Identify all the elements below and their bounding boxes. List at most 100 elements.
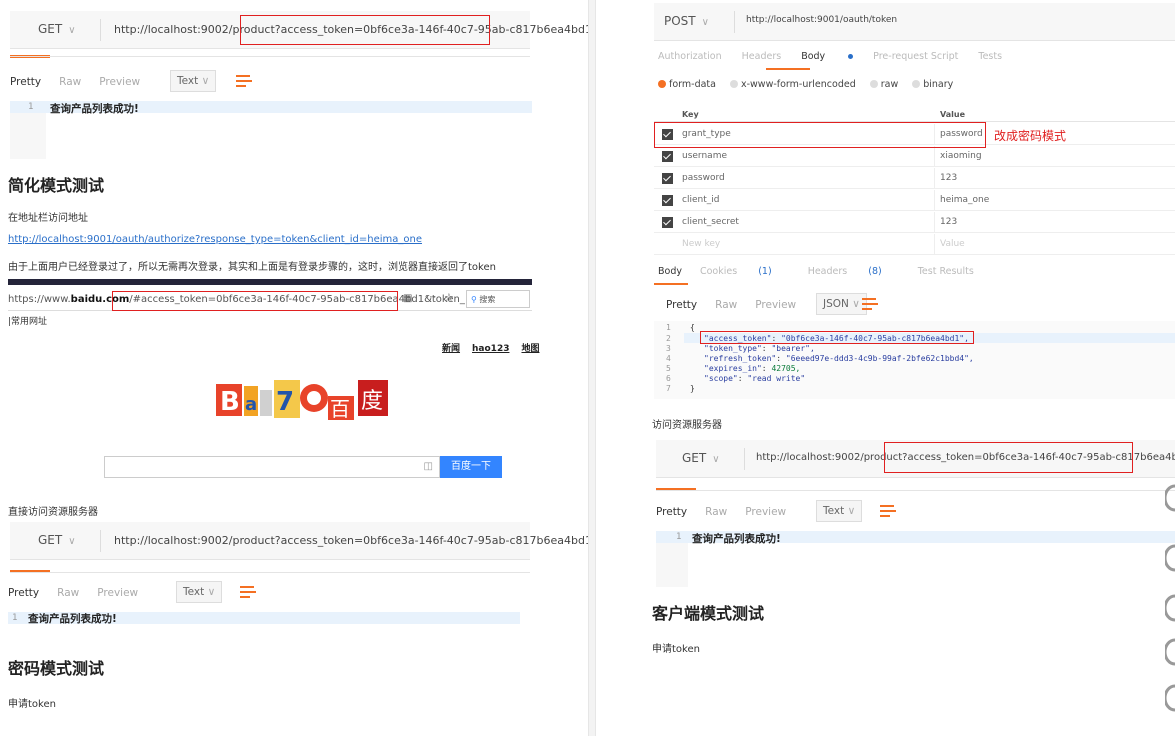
left-page: GET ∨ http://localhost:9002/product?acces…: [0, 0, 588, 736]
qr-icon[interactable]: ▦: [403, 293, 412, 304]
response-tabs: Pretty Raw Preview: [656, 506, 804, 518]
section-heading-client: 客户端模式测试: [652, 604, 765, 623]
right-page: POST ∨ http://localhost:9001/oauth/token …: [596, 0, 1175, 736]
tab-cookies[interactable]: Cookies (1): [700, 266, 790, 277]
baidu-top-links: 新闻 hao123 地图: [442, 344, 540, 354]
tab-pretty[interactable]: Pretty: [8, 587, 39, 599]
edge-decoration: [1165, 484, 1175, 712]
format-select[interactable]: Text ∨: [170, 70, 217, 92]
response-body: 查询产品列表成功!: [28, 613, 117, 625]
request-url-input[interactable]: http://localhost:9001/oauth/token: [746, 15, 897, 25]
radio-binary[interactable]: binary: [912, 79, 953, 90]
format-select[interactable]: Text ∨: [176, 581, 223, 603]
tab-response-headers[interactable]: Headers (8): [808, 266, 900, 277]
tab-tests[interactable]: Tests: [978, 51, 1002, 62]
radio-raw[interactable]: raw: [869, 79, 898, 90]
checkbox-checked[interactable]: [662, 217, 673, 228]
search-icon: ⚲: [471, 295, 477, 304]
chevron-down-icon: ∨: [68, 536, 76, 547]
method-select[interactable]: GET ∨: [38, 22, 76, 36]
baidu-search-button[interactable]: 百度一下: [440, 456, 502, 478]
param-row: client_secret 123: [654, 212, 1175, 233]
more-icon[interactable]: ⋯: [426, 292, 436, 303]
camera-icon[interactable]: ◫: [424, 461, 433, 472]
wrap-lines-icon[interactable]: [860, 296, 880, 312]
svg-text:7: 7: [276, 387, 294, 417]
checkbox-checked[interactable]: [662, 195, 673, 206]
response-tabs: Pretty Raw Preview: [666, 299, 814, 311]
section-heading-password: 密码模式测试: [8, 659, 105, 678]
authorize-link[interactable]: http://localhost:9001/oauth/authorize?re…: [8, 234, 422, 245]
baidu-doodle-logo: B a 7 百 度: [216, 380, 388, 421]
json-line: "token_type": "bearer",: [704, 344, 815, 353]
tab-preview[interactable]: Preview: [755, 299, 796, 311]
tab-headers[interactable]: Headers: [742, 51, 782, 62]
json-line: "scope": "read write": [704, 374, 806, 383]
wrap-lines-icon[interactable]: [234, 73, 254, 89]
svg-text:百: 百: [330, 397, 350, 421]
svg-text:a: a: [245, 394, 257, 415]
bookmarks-bar: |常用网址: [8, 317, 48, 327]
chevron-down-icon: ∨: [847, 505, 856, 517]
highlight-box: [240, 15, 490, 45]
highlight-box: [654, 122, 986, 148]
response-body: 查询产品列表成功!: [50, 103, 139, 115]
json-line: "expires_in": 42705,: [704, 364, 801, 373]
column-value: Value: [940, 110, 966, 119]
response-tabs: Pretty Raw Preview: [10, 76, 158, 88]
highlight-box: [884, 442, 1133, 473]
chevron-down-icon: ∨: [207, 586, 216, 598]
method-select[interactable]: GET ∨: [682, 451, 720, 465]
chevron-down-icon: ∨: [201, 75, 210, 87]
param-row: client_id heima_one: [654, 190, 1175, 211]
tab-raw[interactable]: Raw: [59, 76, 81, 88]
chevron-down-icon: ∨: [712, 454, 720, 465]
tab-body[interactable]: Body: [801, 51, 854, 62]
tab-raw[interactable]: Raw: [57, 587, 79, 599]
request-url-bar: POST ∨ http://localhost:9001/oauth/token: [654, 3, 1175, 41]
tab-test-results[interactable]: Test Results: [918, 266, 974, 277]
tab-pretty[interactable]: Pretty: [666, 299, 697, 311]
radio-form-data[interactable]: form-data: [658, 79, 716, 90]
json-line: "refresh_token": "6eeed97e-ddd3-4c9b-99a…: [704, 354, 974, 363]
body-type-radios: form-data x-www-form-urlencoded raw binary: [658, 79, 967, 90]
param-row-new: New key Value: [654, 234, 1175, 255]
tab-authorization[interactable]: Authorization: [658, 51, 722, 62]
tab-response-body[interactable]: Body: [658, 266, 682, 277]
checkbox-checked[interactable]: [662, 173, 673, 184]
baidu-search-input[interactable]: ◫: [104, 456, 440, 478]
tab-raw[interactable]: Raw: [705, 506, 727, 518]
chevron-down-icon: ∨: [701, 17, 709, 28]
tab-pre-request-script[interactable]: Pre-request Script: [873, 51, 958, 62]
section-heading-implicit: 简化模式测试: [8, 176, 105, 195]
response-tabs: Pretty Raw Preview: [8, 587, 156, 599]
tab-preview[interactable]: Preview: [99, 76, 140, 88]
chevron-down-icon: ∨: [68, 25, 76, 36]
star-icon[interactable]: ☆: [444, 291, 454, 304]
column-divider: [588, 0, 596, 736]
svg-text:B: B: [220, 387, 240, 417]
tab-pretty[interactable]: Pretty: [656, 506, 687, 518]
checkbox-checked[interactable]: [662, 151, 673, 162]
annotation-note: 改成密码模式: [994, 129, 1067, 143]
tab-pretty[interactable]: Pretty: [10, 76, 41, 88]
paragraph: 申请token: [8, 699, 56, 710]
wrap-lines-icon[interactable]: [878, 503, 898, 519]
response-body: 查询产品列表成功!: [692, 533, 781, 545]
method-select[interactable]: GET ∨: [38, 533, 76, 547]
method-select[interactable]: POST ∨: [664, 14, 709, 28]
browser-search-input[interactable]: ⚲ 搜索: [466, 290, 530, 308]
paragraph: 访问资源服务器: [652, 420, 722, 431]
wrap-lines-icon[interactable]: [238, 584, 258, 600]
svg-text:度: 度: [361, 389, 383, 414]
tab-raw[interactable]: Raw: [715, 299, 737, 311]
tab-preview[interactable]: Preview: [97, 587, 138, 599]
tab-preview[interactable]: Preview: [745, 506, 786, 518]
paragraph: 由于上面用户已经登录过了，所以无需再次登录，其实和上面是有登录步骤的，这时，浏览…: [8, 262, 496, 273]
format-select[interactable]: Text ∨: [816, 500, 863, 522]
request-url-input[interactable]: http://localhost:9002/product?access_tok…: [114, 534, 588, 547]
radio-urlencoded[interactable]: x-www-form-urlencoded: [729, 79, 856, 90]
paragraph: 在地址栏访问地址: [8, 213, 88, 224]
response-section-tabs: Body Cookies (1) Headers (8) Test Results: [658, 266, 992, 277]
browser-tab-strip: [8, 279, 532, 285]
